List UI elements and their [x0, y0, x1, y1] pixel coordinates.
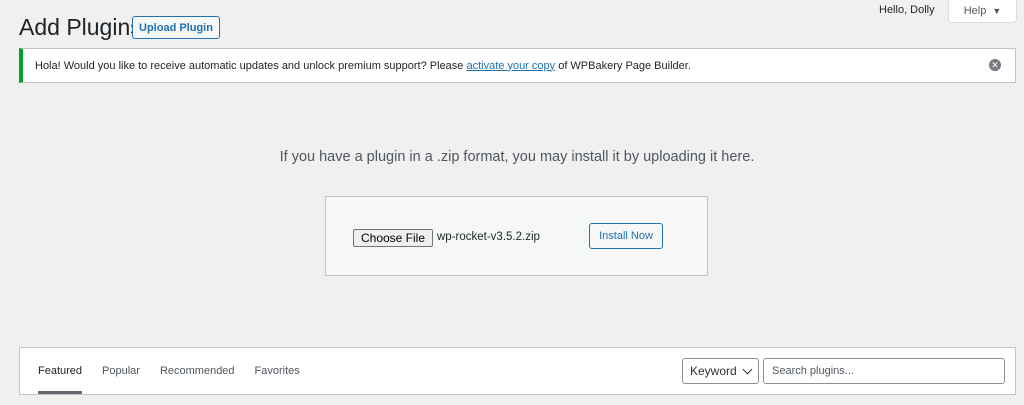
upload-plugin-button[interactable]: Upload Plugin [132, 16, 220, 39]
dismiss-notice-icon[interactable]: ✕ [989, 59, 1001, 71]
chevron-down-icon [742, 364, 753, 375]
tab-popular[interactable]: Popular [102, 348, 140, 394]
help-tab-button[interactable]: Help ▼ [948, 0, 1017, 23]
tab-favorites[interactable]: Favorites [255, 348, 300, 394]
notice-text-before: Hola! Would you like to receive automati… [35, 59, 467, 72]
choose-file-button[interactable]: Choose File [353, 229, 433, 247]
page-title: Add Plugins [19, 14, 142, 40]
filter-tabs: Featured Popular Recommended Favorites [38, 348, 320, 394]
selected-file-name: wp-rocket-v3.5.2.zip [437, 231, 540, 243]
notice-text: Hola! Would you like to receive automati… [35, 60, 691, 72]
user-greeting: Hello, Dolly [879, 4, 935, 16]
wpbakery-notice: Hola! Would you like to receive automati… [19, 48, 1016, 83]
tab-recommended[interactable]: Recommended [160, 348, 235, 394]
search-type-select[interactable]: Keyword [682, 358, 759, 384]
search-plugins-input[interactable] [763, 358, 1005, 384]
tab-featured[interactable]: Featured [38, 348, 83, 394]
upload-plugin-form: Choose File wp-rocket-v3.5.2.zip Install… [325, 196, 708, 276]
plugin-filter-bar: Featured Popular Recommended Favorites K… [19, 347, 1016, 395]
install-now-button[interactable]: Install Now [589, 223, 663, 249]
add-plugins-page: Hello, Dolly Help ▼ Add Plugins Upload P… [0, 0, 1024, 405]
activate-copy-link[interactable]: activate your copy [466, 60, 555, 72]
notice-text-after: of WPBakery Page Builder. [555, 59, 691, 72]
help-label: Help [963, 5, 987, 17]
upload-help-text: If you have a plugin in a .zip format, y… [279, 149, 755, 165]
caret-down-icon: ▼ [992, 6, 1002, 16]
search-type-value: Keyword [690, 364, 737, 378]
